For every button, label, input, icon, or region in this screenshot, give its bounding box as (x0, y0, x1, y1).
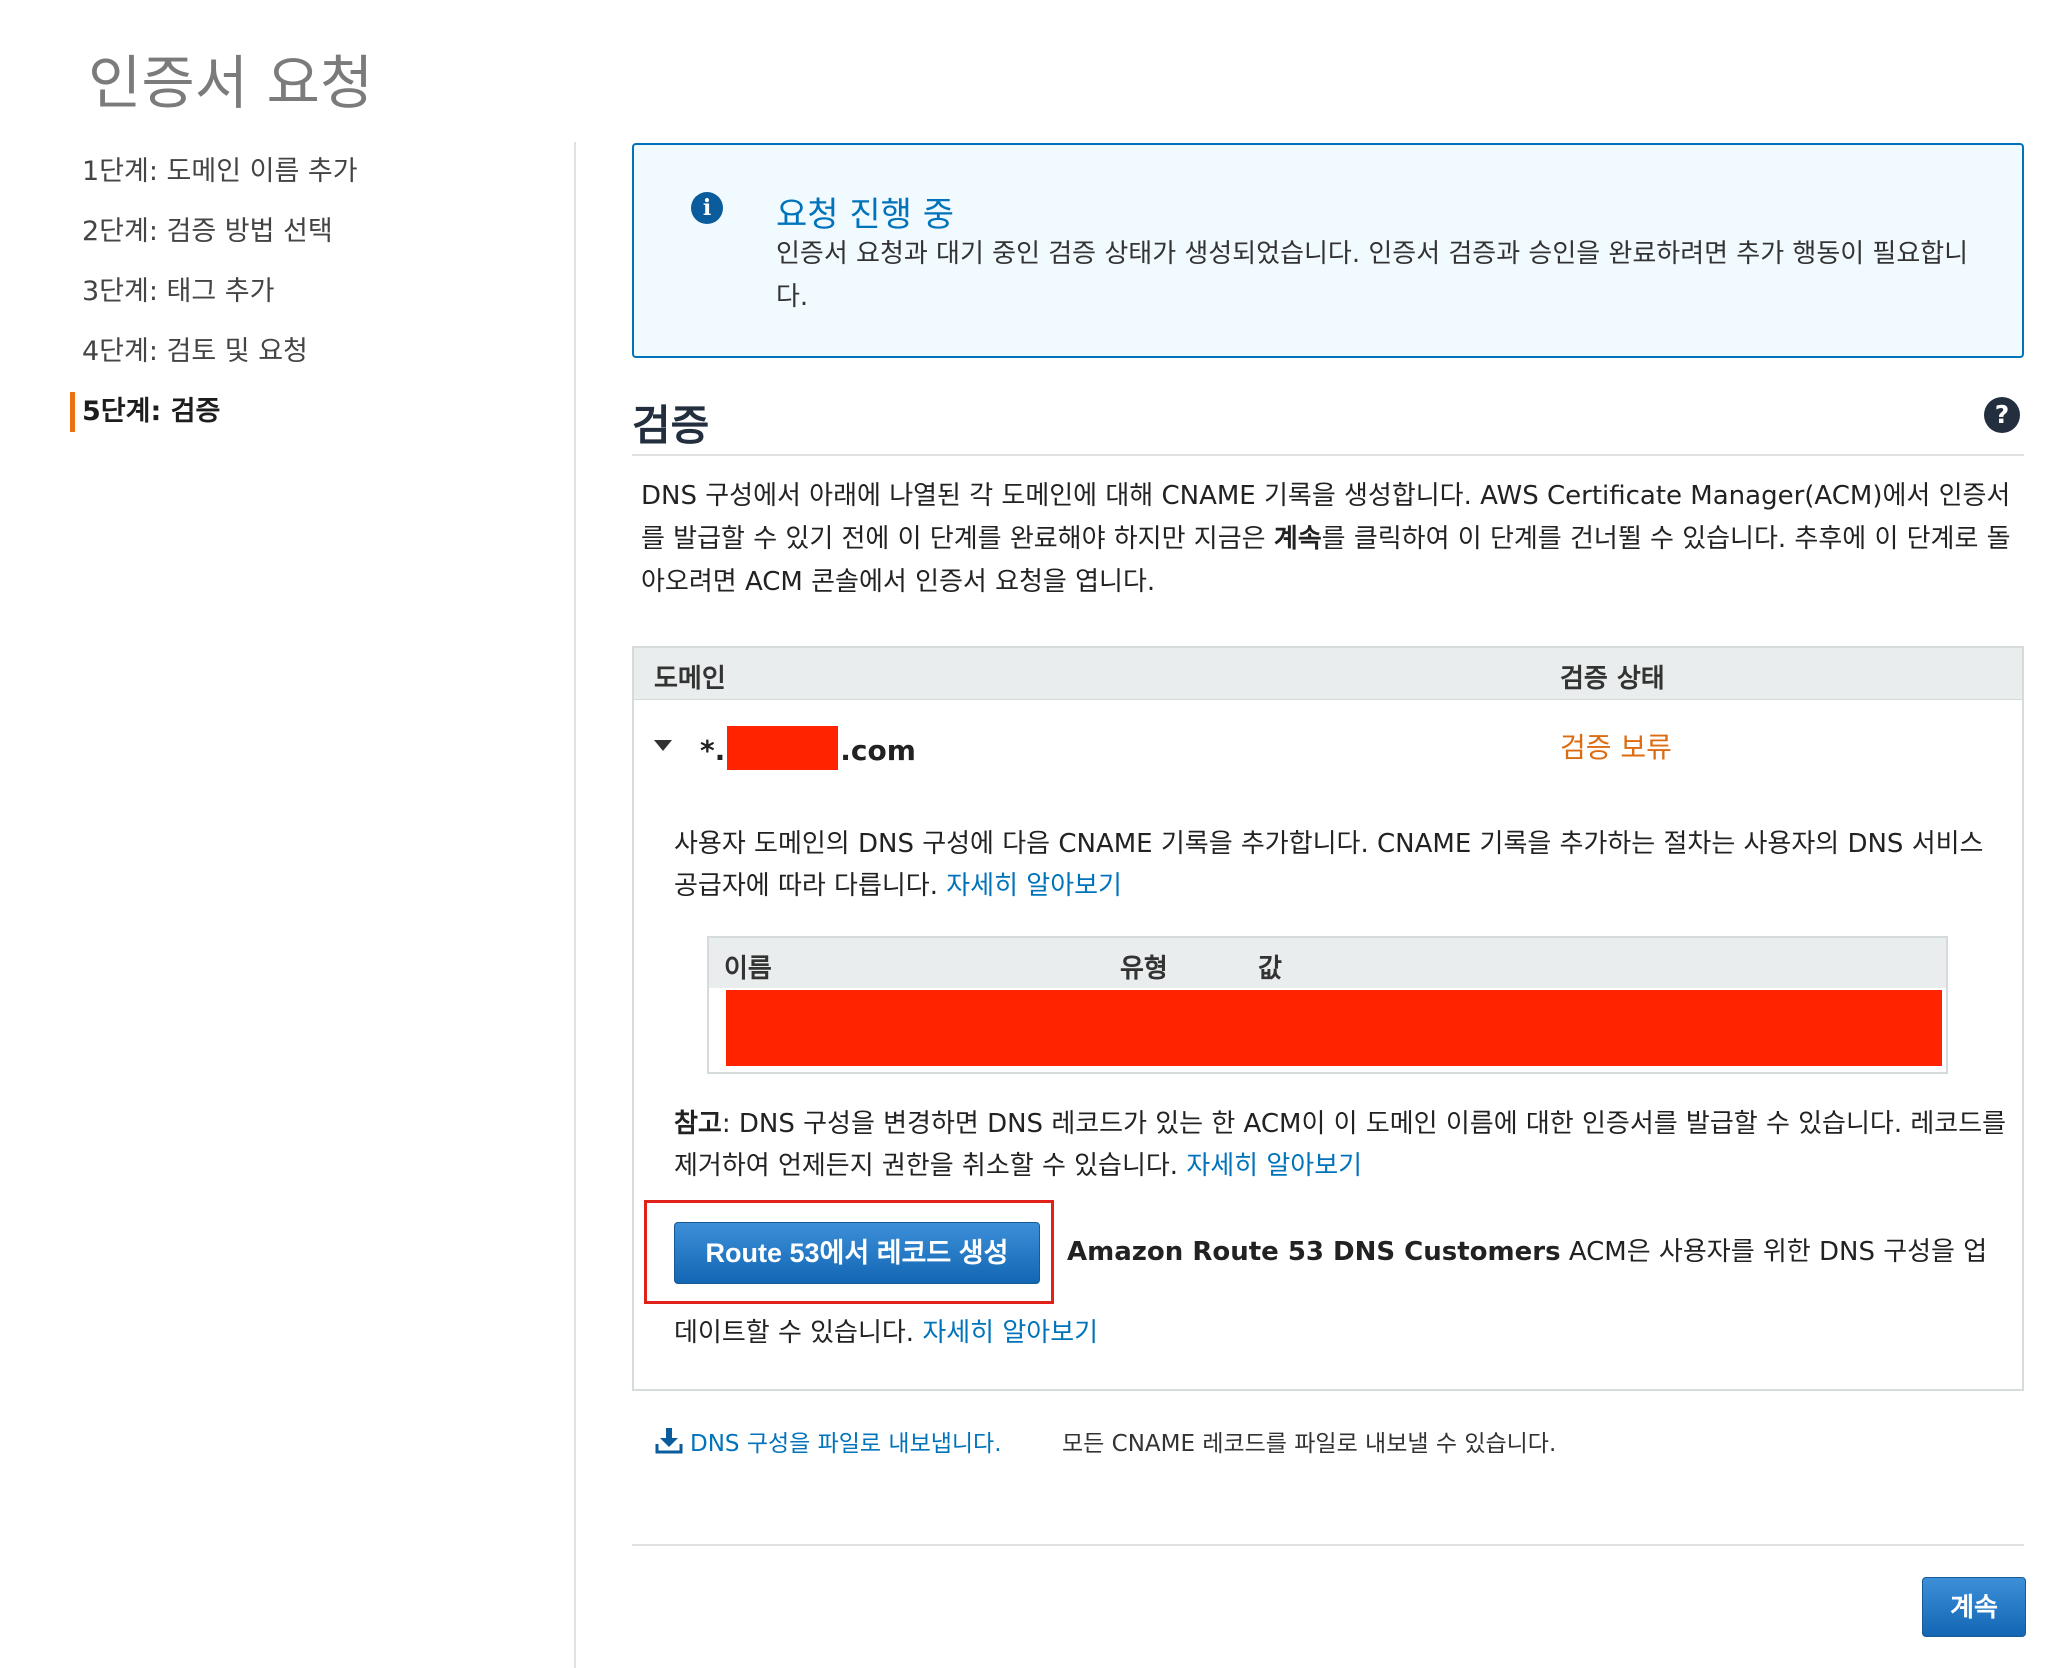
help-icon[interactable]: ? (1984, 397, 2020, 433)
domain-name: *. .com (700, 726, 916, 770)
step-1[interactable]: 1단계: 도메인 이름 추가 (70, 150, 550, 210)
route53-learn-more-link[interactable]: 자세히 알아보기 (922, 1318, 1098, 1348)
domain-prefix: *. (700, 734, 726, 767)
info-alert: i 요청 진행 중 인증서 요청과 대기 중인 검증 상태가 생성되었습니다. … (632, 143, 2024, 358)
domain-table-header: 도메인 검증 상태 (634, 648, 2022, 700)
step-5-current: 5단계: 검증 (70, 390, 550, 450)
note-learn-more-link[interactable]: 자세히 알아보기 (1186, 1151, 1362, 1181)
collapse-caret-icon[interactable] (654, 740, 672, 751)
cname-table-header: 이름 유형 값 (709, 938, 1946, 988)
section-divider (632, 454, 2024, 456)
route53-description: Amazon Route 53 DNS Customers ACM은 사용자를 … (1067, 1231, 2007, 1268)
domain-table: 도메인 검증 상태 *. .com 검증 보류 사용자 도메인의 DNS 구성에 … (632, 646, 2024, 1391)
page-title: 인증서 요청 (88, 49, 374, 117)
route53-description-cont: 데이트할 수 있습니다. 자세히 알아보기 (674, 1312, 1098, 1349)
col-name: 이름 (724, 954, 772, 984)
export-description: 모든 CNAME 레코드를 파일로 내보낼 수 있습니다. (1062, 1431, 1557, 1457)
redacted-domain (727, 726, 839, 770)
route53-bold: Amazon Route 53 DNS Customers (1067, 1237, 1561, 1267)
alert-text: 인증서 요청과 대기 중인 검증 상태가 생성되었습니다. 인증서 검증과 승인… (776, 239, 1969, 312)
cname-record-table: 이름 유형 값 (707, 936, 1948, 1074)
info-icon: i (691, 192, 723, 224)
section-title: 검증 (632, 401, 710, 450)
download-icon[interactable] (655, 1426, 683, 1454)
create-route53-record-button[interactable]: Route 53에서 레코드 생성 (674, 1222, 1040, 1284)
col-status: 검증 상태 (1560, 664, 1665, 694)
route53-text: ACM은 사용자를 위한 DNS 구성을 업 (1560, 1237, 1988, 1267)
step-2[interactable]: 2단계: 검증 방법 선택 (70, 210, 550, 270)
cname-instructions: 사용자 도메인의 DNS 구성에 다음 CNAME 기록을 추가합니다. CNA… (674, 823, 2004, 907)
redacted-cname-row (726, 990, 1942, 1066)
col-value: 값 (1258, 954, 1282, 984)
intro-continue-bold: 계속 (1273, 524, 1322, 554)
footer-divider (632, 1544, 2024, 1546)
vertical-divider (574, 142, 576, 1668)
wizard-steps: 1단계: 도메인 이름 추가 2단계: 검증 방법 선택 3단계: 태그 추가 … (70, 150, 550, 450)
step-3[interactable]: 3단계: 태그 추가 (70, 270, 550, 330)
cname-instructions-text: 사용자 도메인의 DNS 구성에 다음 CNAME 기록을 추가합니다. CNA… (674, 829, 1984, 901)
alert-title: 요청 진행 중 (776, 195, 955, 235)
continue-button[interactable]: 계속 (1922, 1577, 2026, 1637)
status-badge: 검증 보류 (1560, 731, 1672, 764)
learn-more-link[interactable]: 자세히 알아보기 (946, 871, 1122, 901)
note-text: 참고: DNS 구성을 변경하면 DNS 레코드가 있는 한 ACM이 이 도메… (674, 1103, 2014, 1187)
export-dns-link[interactable]: DNS 구성을 파일로 내보냅니다. (690, 1424, 1002, 1458)
intro-text: DNS 구성에서 아래에 나열된 각 도메인에 대해 CNAME 기록을 생성합… (641, 475, 2016, 604)
route53-text-cont: 데이트할 수 있습니다. (674, 1318, 915, 1348)
note-label: 참고 (674, 1109, 722, 1139)
col-type: 유형 (1120, 954, 1168, 984)
domain-suffix: .com (840, 734, 916, 767)
col-domain: 도메인 (654, 664, 726, 694)
step-4[interactable]: 4단계: 검토 및 요청 (70, 330, 550, 390)
